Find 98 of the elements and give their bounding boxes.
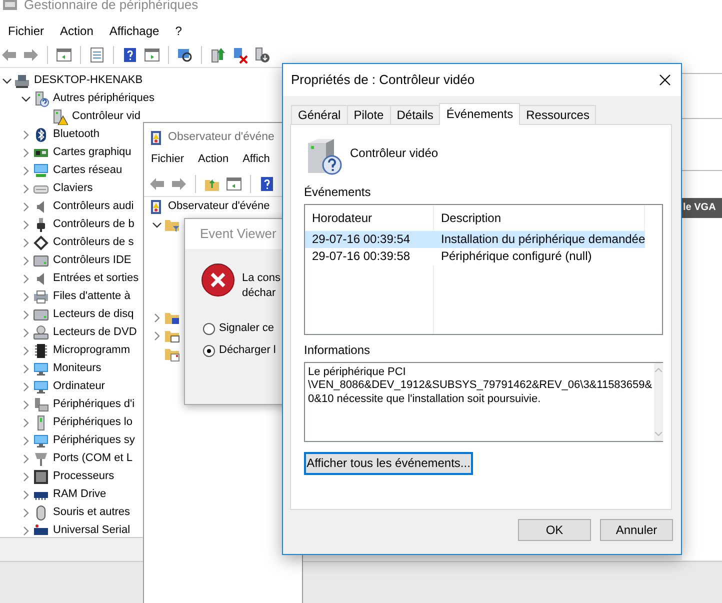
window-title: Gestionnaire de périphériques (24, 0, 198, 13)
tree-item[interactable]: Files d'attente à (53, 290, 130, 304)
tree-item[interactable]: Souris et autres (53, 506, 130, 520)
close-icon[interactable] (659, 74, 671, 86)
tab[interactable]: Ressources (519, 105, 596, 124)
panel-icon[interactable] (55, 46, 73, 64)
section-label: Événements (304, 185, 372, 200)
tree-item[interactable]: Claviers (53, 182, 93, 196)
tree-item[interactable]: RAM Drive (53, 488, 106, 502)
tree-item[interactable]: Autres périphériques (53, 92, 155, 106)
diamond-icon (33, 235, 49, 251)
device-name: Contrôleur vidéo (350, 146, 438, 162)
tree-item[interactable]: Contrôleur vid (72, 110, 140, 124)
tab[interactable]: Événements (439, 103, 520, 125)
menu-item[interactable]: Fichier (0, 24, 52, 38)
remove-icon[interactable] (231, 46, 249, 64)
tree-item[interactable]: Moniteurs (53, 362, 102, 376)
tree-item[interactable]: Ports (COM et L (53, 452, 132, 466)
tree-item[interactable]: Cartes réseau (53, 164, 122, 178)
window-title: Observateur d'événe (168, 131, 274, 145)
table-cell-text: 29-07-16 00:39:58 (311, 248, 412, 266)
log-icon (148, 199, 164, 215)
log-icon (148, 130, 164, 146)
scroll-down-icon[interactable] (654, 430, 664, 437)
dialog-title: Event Viewer (200, 226, 276, 242)
tree-item[interactable]: Processeurs (53, 470, 114, 484)
tree-item[interactable]: Bluetooth (53, 128, 100, 142)
radio-label[interactable]: Décharger l (219, 344, 276, 358)
tree-item[interactable]: Universal Serial (53, 524, 130, 538)
install-icon[interactable] (253, 46, 271, 64)
show-all-events-button[interactable]: Afficher tous les événements... (304, 452, 473, 475)
window-folder-icon (164, 328, 180, 344)
error-icon (200, 262, 236, 298)
filter-folder-icon (164, 217, 180, 233)
table-row[interactable]: 29-07-16 00:39:58 Périphérique configuré (null) (305, 248, 645, 266)
monitor-icon (33, 433, 49, 449)
help-icon[interactable] (258, 174, 276, 192)
menu-item[interactable]: ? (167, 24, 190, 38)
tree-item[interactable]: Contrôleurs audi (53, 200, 134, 214)
tree-item[interactable]: Microprogramm (53, 344, 130, 358)
table-cell-text: 29-07-16 00:39:54 (311, 231, 412, 248)
tab[interactable]: Général (291, 105, 348, 124)
menu-item[interactable]: Action (52, 24, 102, 38)
computer-folder-icon (164, 310, 180, 326)
properties-icon[interactable] (88, 46, 106, 64)
tree-item[interactable]: Contrôleurs IDE (53, 254, 132, 268)
chevron-icon[interactable] (2, 76, 12, 86)
calendar-folder-icon (164, 346, 180, 362)
radio-button[interactable] (203, 345, 215, 357)
tree-item[interactable]: Observateur d'événe (168, 200, 270, 214)
tree-item[interactable]: Cartes graphiqu (53, 146, 132, 160)
app-icon (2, 0, 18, 13)
tree-item[interactable]: Contrôleurs de s (53, 236, 134, 250)
information-text: Le périphérique PCI \VEN_8086&DEV_1912&SUBSYS_79791462&REV_06\3&11583659& 0&10 nécessite que l'installation soit poursuivie. (307, 364, 654, 407)
menu-item[interactable]: Affich (236, 153, 277, 167)
tree-item[interactable]: Périphériques sy (53, 434, 135, 448)
scroll-up-icon[interactable] (654, 366, 664, 373)
radio-button[interactable] (203, 323, 215, 335)
chip-icon (33, 343, 49, 359)
message-text: La cons déchar (242, 271, 281, 301)
table-row[interactable]: 29-07-16 00:39:54 Installation du périphérique demandée (305, 231, 645, 248)
tree-item[interactable]: Entrées et sorties (53, 272, 139, 286)
tower-question-icon (33, 91, 49, 107)
section-label: Informations (304, 343, 372, 358)
network-icon (33, 163, 49, 179)
monitor-icon (33, 379, 49, 395)
dialog-button[interactable]: OK (518, 519, 591, 541)
menu-item[interactable]: Affichage (101, 24, 168, 38)
table-cell-text: Périphérique configuré (null) (440, 248, 593, 266)
menu-item[interactable]: Fichier (144, 153, 192, 167)
panel-icon[interactable] (225, 174, 243, 192)
drive-icon (33, 307, 49, 323)
tree-item[interactable]: DESKTOP-HKENAKB (34, 74, 143, 88)
menu-item[interactable]: Action (191, 153, 236, 167)
devices-icon (33, 397, 49, 413)
printer-icon (33, 289, 49, 305)
processor-icon (33, 469, 49, 485)
chevron-icon[interactable] (152, 220, 162, 230)
bluetooth-icon (33, 127, 49, 143)
heading-text: le VGA (682, 198, 722, 218)
window-title: Propriétés de : Contrôleur vidéo (291, 72, 475, 88)
chevron-icon[interactable] (21, 94, 31, 104)
update-icon[interactable] (209, 46, 227, 64)
tree-item[interactable]: Périphériques d'i (53, 398, 135, 412)
disc-drive-icon (33, 325, 49, 341)
connector-icon (33, 451, 49, 467)
tree-item[interactable]: Périphériques lo (53, 416, 132, 430)
tree-item[interactable]: Contrôleurs de b (53, 218, 134, 232)
help-icon[interactable] (121, 46, 139, 64)
monitor-icon (33, 361, 49, 377)
radio-label[interactable]: Signaler ce (219, 322, 274, 336)
panel-icon[interactable] (143, 46, 161, 64)
drive-icon (33, 253, 49, 269)
tree-item[interactable]: Ordinateur (53, 380, 105, 394)
dialog-button[interactable]: Annuler (600, 519, 673, 541)
table-cell-text: Installation du périphérique demandée (440, 231, 645, 248)
tree-item[interactable]: Lecteurs de disq (53, 308, 134, 322)
tree-item[interactable]: Lecteurs de DVD (53, 326, 137, 340)
